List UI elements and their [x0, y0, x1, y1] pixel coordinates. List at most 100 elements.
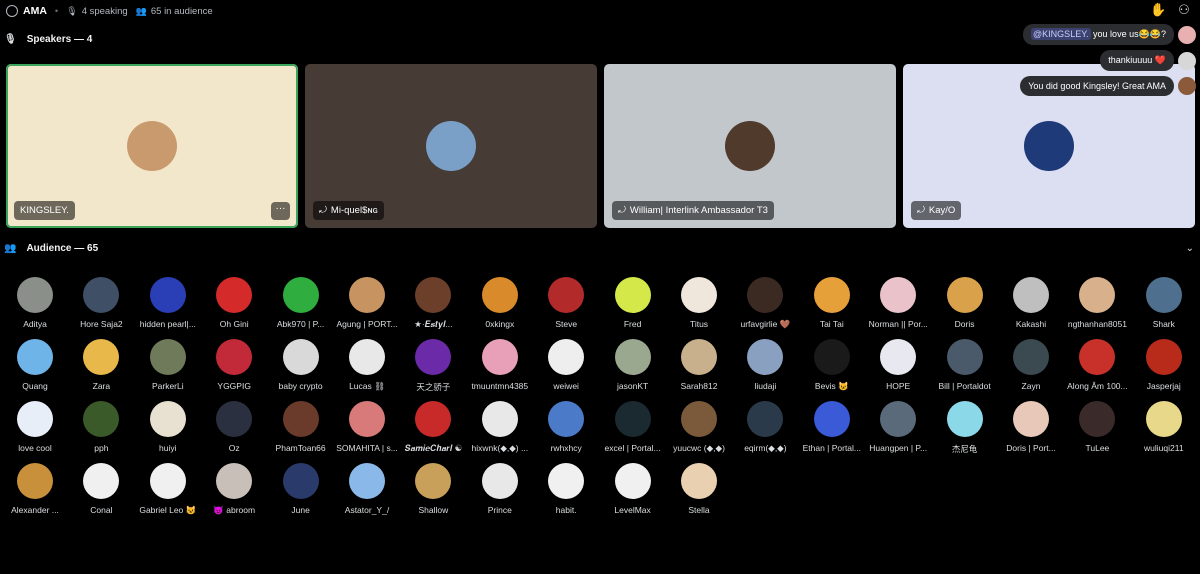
audience-member[interactable]: wuliuqi211: [1131, 400, 1197, 454]
member-name: Agung | PORT...: [336, 319, 398, 329]
audience-member[interactable]: Prince: [467, 462, 533, 516]
audience-member[interactable]: 0xkingx: [467, 276, 533, 330]
audience-member[interactable]: Lucas ⛓: [334, 338, 400, 392]
audience-member[interactable]: Steve: [533, 276, 599, 330]
audience-member[interactable]: YGGPIG: [201, 338, 267, 392]
audience-member[interactable]: Doris: [932, 276, 998, 330]
audience-member[interactable]: Titus: [666, 276, 732, 330]
audience-member[interactable]: Fred: [600, 276, 666, 330]
audience-member[interactable]: hidden pearl|...: [135, 276, 201, 330]
audience-member[interactable]: jasonKT: [600, 338, 666, 392]
audience-member[interactable]: TuLee: [1064, 400, 1130, 454]
avatar: [1145, 277, 1182, 313]
audience-member[interactable]: Stella: [666, 462, 732, 516]
audience-member[interactable]: 𝑺𝒂𝒎𝒊𝒆𝑪𝒉𝒂𝒓𝒍 ☯: [400, 400, 466, 454]
avatar: [149, 277, 186, 313]
audience-member[interactable]: Tai Tai: [799, 276, 865, 330]
member-name: PhamToan66: [275, 443, 326, 453]
mic-icon: 🎙: [4, 34, 17, 45]
member-name: LevelMax: [614, 505, 651, 515]
more-options-button[interactable]: ···: [271, 202, 290, 220]
audience-member[interactable]: Sarah812: [666, 338, 732, 392]
audience-member[interactable]: LevelMax: [600, 462, 666, 516]
speaker-tile[interactable]: ⤾ William| Interlink Ambassador T3: [604, 64, 896, 228]
audience-member[interactable]: rwhxhcy: [533, 400, 599, 454]
mention[interactable]: @KINGSLEY.: [1031, 28, 1091, 40]
audience-member[interactable]: Norman || Por...: [865, 276, 931, 330]
audience-member[interactable]: Bill | Portaldot: [932, 338, 998, 392]
audience-member[interactable]: Astator_Y_/: [334, 462, 400, 516]
audience-member[interactable]: 杰尼龟: [932, 400, 998, 454]
audience-member[interactable]: PhamToan66: [268, 400, 334, 454]
audience-member[interactable]: Shark: [1131, 276, 1197, 330]
audience-member[interactable]: Along Âm 100...: [1064, 338, 1130, 392]
audience-label: 65 in audience: [150, 5, 213, 17]
audience-member[interactable]: 天之骄子: [400, 338, 466, 392]
avatar: [880, 339, 917, 375]
chat-bubble: You did good Kingsley! Great AMA: [1020, 76, 1174, 96]
chat-message: You did good Kingsley! Great AMA: [1020, 76, 1196, 96]
audience-member[interactable]: Alexander ...: [2, 462, 68, 516]
speaker-tile[interactable]: ⤾ Mi-quel$ɴɢ: [305, 64, 597, 228]
avatar: [880, 277, 917, 313]
audience-member[interactable]: baby crypto: [268, 338, 334, 392]
audience-member[interactable]: Doris | Port...: [998, 400, 1064, 454]
audience-member[interactable]: Zayn: [998, 338, 1064, 392]
audience-member[interactable]: Oh Gini: [201, 276, 267, 330]
audience-member[interactable]: SOMAHITA | s...: [334, 400, 400, 454]
audience-member[interactable]: huiyi: [135, 400, 201, 454]
member-name: 𝑺𝒂𝒎𝒊𝒆𝑪𝒉𝒂𝒓𝒍 ☯: [404, 443, 463, 453]
audience-member[interactable]: Shallow: [400, 462, 466, 516]
audience-member[interactable]: June: [268, 462, 334, 516]
avatar: [349, 277, 385, 313]
audience-header[interactable]: 👥 Audience — 65: [4, 243, 98, 254]
audience-member[interactable]: Jasperjaj: [1131, 338, 1197, 392]
avatar: [614, 401, 651, 437]
member-name: habit.: [555, 505, 577, 515]
top-right-controls: ✋ ⚇: [1150, 2, 1192, 18]
audience-member[interactable]: Quang: [2, 338, 68, 392]
audience-member[interactable]: Gabriel Leo 😺: [135, 462, 201, 516]
audience-member[interactable]: Bevis 😺: [799, 338, 865, 392]
member-name: baby crypto: [278, 381, 323, 391]
member-name: June: [291, 505, 310, 515]
audience-member[interactable]: love cool: [2, 400, 68, 454]
speaker-name: William| Interlink Ambassador T3: [629, 205, 768, 216]
audience-member[interactable]: HOPE: [865, 338, 931, 392]
audience-member[interactable]: excel | Portal...: [600, 400, 666, 454]
invite-icon[interactable]: ⚇: [1176, 2, 1192, 18]
audience-member[interactable]: 😈 abroom: [201, 462, 267, 516]
audience-member[interactable]: tmuuntmn4385: [467, 338, 533, 392]
member-name: 😈 abroom: [213, 505, 256, 515]
audience-member[interactable]: ★·𝑬𝒔𝒕𝒚𝒍...: [400, 276, 466, 330]
chevron-down-icon[interactable]: ⌄: [1186, 243, 1194, 254]
audience-member[interactable]: Hore Saja2: [68, 276, 134, 330]
avatar: [282, 277, 319, 313]
audience-member[interactable]: Kakashi: [998, 276, 1064, 330]
audience-member[interactable]: liudaji: [732, 338, 798, 392]
member-name: Alexander ...: [11, 505, 59, 515]
audience-member[interactable]: weiwei: [533, 338, 599, 392]
member-name: Prince: [487, 505, 512, 515]
audience-member[interactable]: pph: [68, 400, 134, 454]
audience-member[interactable]: ParkerLi: [135, 338, 201, 392]
audience-member[interactable]: hixwnk(◆,◆) ...: [467, 400, 533, 454]
audience-member[interactable]: yuucwc (◆,◆): [666, 400, 732, 454]
speaker-tile[interactable]: KINGSLEY. ···: [6, 64, 298, 228]
raise-hand-icon[interactable]: ✋: [1150, 2, 1166, 18]
audience-member[interactable]: Aditya: [2, 276, 68, 330]
audience-member[interactable]: Zara: [68, 338, 134, 392]
speaker-name-pill: ⤾ Kay/O: [911, 201, 962, 220]
audience-member[interactable]: Huangpen | P...: [865, 400, 931, 454]
avatar: [681, 463, 717, 499]
audience-member[interactable]: Abk970 | P...: [268, 276, 334, 330]
audience-member[interactable]: eqirm(◆,◆): [732, 400, 798, 454]
avatar: [1024, 121, 1074, 171]
audience-member[interactable]: Oz: [201, 400, 267, 454]
audience-member[interactable]: urfavgirlie 🤎: [732, 276, 798, 330]
audience-member[interactable]: Agung | PORT...: [334, 276, 400, 330]
audience-member[interactable]: habit.: [533, 462, 599, 516]
audience-member[interactable]: ngthanhan8051: [1064, 276, 1130, 330]
audience-member[interactable]: Conal: [68, 462, 134, 516]
audience-member[interactable]: Ethan | Portal...: [799, 400, 865, 454]
